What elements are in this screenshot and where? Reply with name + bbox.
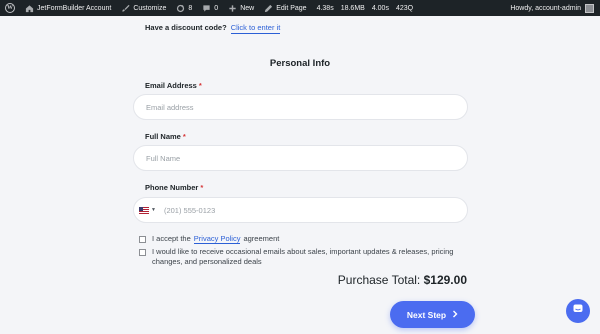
required-mark: * <box>182 132 186 141</box>
phone-placeholder: (201) 555-0123 <box>163 205 216 215</box>
chat-launcher-button[interactable] <box>566 299 590 323</box>
updates-count: 8 <box>188 4 193 12</box>
marketing-checkbox[interactable] <box>139 248 146 256</box>
phone-field[interactable]: ▼ (201) 555-0123 <box>133 197 468 223</box>
purchase-total-amount: $129.00 <box>423 273 467 287</box>
phone-label-text: Phone Number <box>145 183 199 192</box>
section-title: Personal Info <box>269 58 331 69</box>
wordpress-icon: W <box>5 3 15 13</box>
plus-icon <box>228 4 237 13</box>
privacy-consent: I accept the Privacy Policy agreement <box>139 234 279 244</box>
chat-icon <box>572 302 584 320</box>
full-name-field[interactable]: Full Name <box>133 145 468 171</box>
discount-label: Have a discount code? <box>145 23 227 32</box>
privacy-policy-link[interactable]: Privacy Policy <box>193 234 241 244</box>
privacy-checkbox[interactable] <box>139 235 146 243</box>
wp-logo-menu[interactable]: W <box>0 0 20 16</box>
comment-icon <box>202 4 211 13</box>
phone-label: Phone Number * <box>145 183 203 192</box>
updates-menu[interactable]: 8 <box>171 0 197 16</box>
email-label-text: Email Address <box>145 81 197 90</box>
site-name-label: JetFormBuilder Account <box>37 4 112 12</box>
comments-menu[interactable]: 0 <box>197 0 223 16</box>
email-field[interactable]: Email address <box>133 94 468 120</box>
accept-suffix: agreement <box>243 234 280 243</box>
wp-admin-bar: W JetFormBuilder Account Customize 8 0 N… <box>0 0 600 16</box>
chevron-right-icon <box>452 310 458 320</box>
accept-prefix: I accept the <box>152 234 191 243</box>
full-name-placeholder: Full Name <box>146 153 181 163</box>
metric-db-time: 4.00s <box>371 4 389 12</box>
edit-page-label: Edit Page <box>276 4 307 12</box>
customize-menu[interactable]: Customize <box>116 0 171 16</box>
metric-time: 4.38s <box>316 4 334 12</box>
required-mark: * <box>200 183 204 192</box>
metric-queries: 423Q <box>395 4 414 12</box>
required-mark: * <box>198 81 202 90</box>
refresh-icon <box>176 4 185 13</box>
site-name-menu[interactable]: JetFormBuilder Account <box>20 0 116 16</box>
full-name-label: Full Name * <box>145 132 186 141</box>
next-step-label: Next Step <box>406 309 447 320</box>
email-label: Email Address * <box>145 81 202 90</box>
privacy-consent-text: I accept the Privacy Policy agreement <box>152 234 279 244</box>
purchase-total: Purchase Total: $129.00 <box>338 273 467 287</box>
home-icon <box>25 4 34 13</box>
discount-prompt: Have a discount code? Click to enter it <box>145 23 281 34</box>
marketing-consent-text: I would like to receive occasional email… <box>152 247 454 266</box>
chevron-down-icon[interactable]: ▼ <box>151 207 156 213</box>
brush-icon <box>121 4 130 13</box>
purchase-total-label: Purchase Total: <box>337 273 421 287</box>
new-label: New <box>240 4 255 12</box>
next-step-button[interactable]: Next Step <box>390 301 475 328</box>
metric-memory: 18.6MB <box>340 4 365 12</box>
edit-page-menu[interactable]: Edit Page <box>259 0 311 16</box>
account-menu[interactable]: Howdy, account-admin <box>510 3 600 13</box>
pencil-icon <box>264 4 273 13</box>
full-name-label-text: Full Name <box>145 132 181 141</box>
email-placeholder: Email address <box>146 102 194 112</box>
query-monitor-menu[interactable]: 4.38s 18.6MB 4.00s 423Q <box>312 0 423 16</box>
avatar <box>585 3 594 13</box>
customize-label: Customize <box>133 4 167 12</box>
discount-link[interactable]: Click to enter it <box>230 23 281 34</box>
us-flag-icon[interactable] <box>139 206 149 214</box>
comments-count: 0 <box>214 4 219 12</box>
howdy-label: Howdy, account-admin <box>510 4 581 12</box>
new-content-menu[interactable]: New <box>223 0 259 16</box>
marketing-consent: I would like to receive occasional email… <box>139 247 472 267</box>
